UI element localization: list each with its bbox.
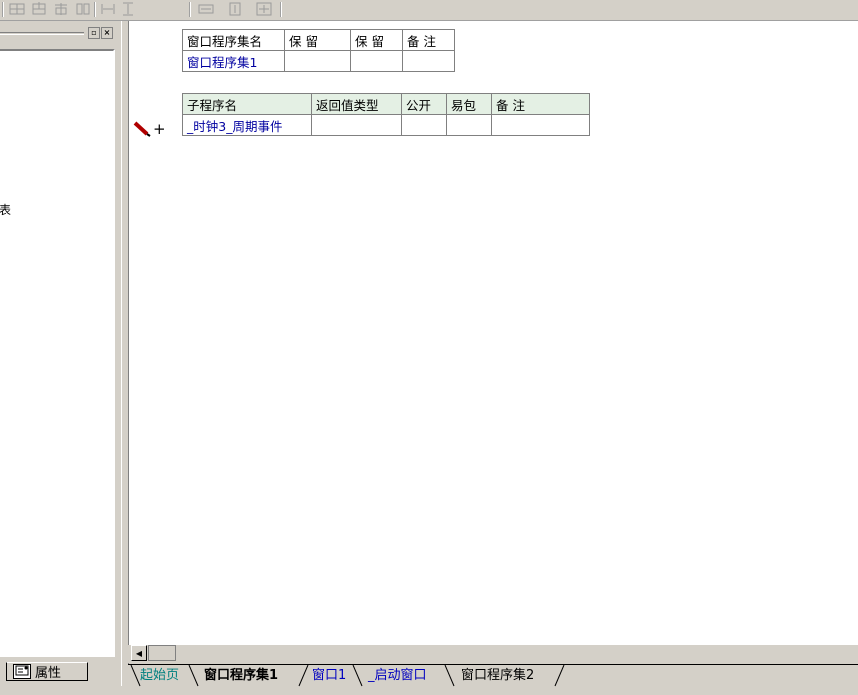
properties-icon <box>13 664 31 679</box>
header-cell: 保 留 <box>350 29 403 51</box>
horizontal-scrollbar[interactable]: ◀ <box>128 645 858 663</box>
toolbar-separator <box>189 2 190 17</box>
header-cell: 备 注 <box>402 29 455 51</box>
tab-window-1[interactable]: 窗口1 <box>312 666 346 687</box>
left-panel: ▫ × 表 属性 <box>0 21 121 686</box>
header-cell: 子程序名 <box>182 93 312 115</box>
restore-icon[interactable]: ▫ <box>88 27 100 39</box>
panel-title-bar: ▫ × <box>0 27 115 39</box>
document-tabs: 起始页 窗口程序集1 窗口1 _启动窗口 窗口程序集2 <box>128 664 858 692</box>
insert-row-icon[interactable] <box>8 1 26 17</box>
panel-body: 表 <box>0 49 115 657</box>
toolbar-separator <box>280 2 281 17</box>
title-grip <box>0 32 84 35</box>
subroutine-table[interactable]: 子程序名 返回值类型 公开 易包 备 注 _时钟3_周期事件 <box>182 93 590 136</box>
width-icon[interactable] <box>99 1 117 17</box>
header-cell: 公开 <box>401 93 447 115</box>
subroutine-name-cell[interactable]: _时钟3_周期事件 <box>182 114 312 136</box>
size-icon[interactable] <box>197 1 215 17</box>
height-icon[interactable] <box>119 1 137 17</box>
split-icon[interactable] <box>74 1 92 17</box>
table-header-row: 窗口程序集名 保 留 保 留 备 注 <box>182 29 455 51</box>
header-cell: 返回值类型 <box>311 93 402 115</box>
toolbar-separator <box>94 2 95 17</box>
insert-col-icon[interactable] <box>30 1 48 17</box>
tab-properties-label: 属性 <box>35 666 62 681</box>
table-cell[interactable] <box>446 114 492 136</box>
toolbar-separator <box>2 2 3 17</box>
truncated-text: 表 <box>0 203 12 217</box>
tab-divider <box>188 665 199 687</box>
table-cell[interactable] <box>401 114 447 136</box>
tab-window-assembly-1[interactable]: 窗口程序集1 <box>204 666 278 687</box>
fit-icon[interactable] <box>226 1 244 17</box>
table-cell[interactable] <box>284 50 351 72</box>
editor-gutter <box>129 21 151 645</box>
expand-icon[interactable]: + <box>153 120 166 138</box>
table-cell[interactable] <box>402 50 455 72</box>
table-cell[interactable] <box>491 114 590 136</box>
header-cell: 易包 <box>446 93 492 115</box>
tab-properties[interactable]: 属性 <box>6 662 88 681</box>
table-row[interactable]: 窗口程序集1 <box>182 50 455 72</box>
pencil-icon <box>133 121 151 137</box>
scroll-track[interactable] <box>148 645 176 661</box>
code-editor[interactable]: 窗口程序集名 保 留 保 留 备 注 窗口程序集1 子程序名 返回值类型 公开 … <box>128 21 858 645</box>
header-cell: 保 留 <box>284 29 351 51</box>
header-cell: 备 注 <box>491 93 590 115</box>
table-cell[interactable] <box>350 50 403 72</box>
scroll-left-icon[interactable]: ◀ <box>131 645 147 661</box>
assembly-table[interactable]: 窗口程序集名 保 留 保 留 备 注 窗口程序集1 <box>182 29 455 72</box>
table-row[interactable]: _时钟3_周期事件 <box>182 114 590 136</box>
header-cell: 窗口程序集名 <box>182 29 285 51</box>
tab-divider <box>352 665 363 687</box>
tab-window-assembly-2[interactable]: 窗口程序集2 <box>461 666 534 687</box>
tab-divider <box>298 665 309 687</box>
merge-icon[interactable] <box>52 1 70 17</box>
toolbar <box>0 0 858 21</box>
close-icon[interactable]: × <box>101 27 113 39</box>
tab-startup-window[interactable]: _启动窗口 <box>368 666 427 687</box>
assembly-name-cell[interactable]: 窗口程序集1 <box>182 50 285 72</box>
table-header-row: 子程序名 返回值类型 公开 易包 备 注 <box>182 93 590 115</box>
tab-divider <box>444 665 455 687</box>
center-icon[interactable] <box>255 1 273 17</box>
tab-start-page[interactable]: 起始页 <box>140 666 179 687</box>
tab-divider <box>554 665 565 687</box>
table-cell[interactable] <box>311 114 402 136</box>
